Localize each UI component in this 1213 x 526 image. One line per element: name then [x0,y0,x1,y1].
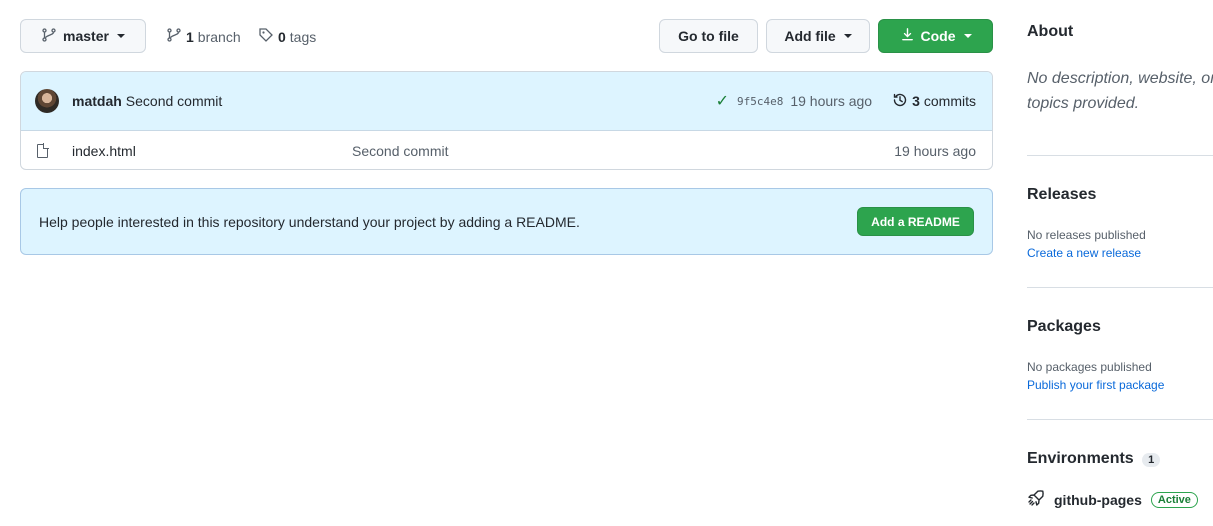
branch-count: 1 [186,28,194,45]
rocket-icon [1027,489,1045,510]
commit-sha[interactable]: 9f5c4e8 [737,95,783,108]
branches-link[interactable]: 1 branch [166,27,241,46]
code-button[interactable]: Code [878,19,993,53]
download-icon [900,27,915,45]
tag-word: tags [289,28,317,45]
sidebar-divider [1027,155,1213,156]
commit-time: 19 hours ago [790,93,873,109]
environment-item[interactable]: github-pages Active [1027,489,1198,510]
file-name[interactable]: index.html [72,143,352,159]
packages-title[interactable]: Packages [1027,318,1101,336]
file-commit-time: 19 hours ago [894,142,976,159]
chevron-down-icon [116,34,125,38]
check-icon: ✓ [715,93,729,110]
commits-link[interactable]: 3 commits [892,92,976,111]
branch-icon [166,27,182,46]
file-icon [37,142,49,158]
readme-prompt-text: Help people interested in this repositor… [39,213,580,230]
add-file-label: Add file [784,28,836,44]
publish-package-link[interactable]: Publish your first package [1027,378,1164,392]
environment-name[interactable]: github-pages [1054,492,1142,508]
create-release-link[interactable]: Create a new release [1027,246,1141,260]
environments-label: Environments [1027,450,1134,467]
file-list: matdah Second commit ✓ 9f5c4e8 19 hours … [20,71,993,170]
commit-author[interactable]: matdah [72,93,122,109]
avatar[interactable] [35,89,59,113]
releases-empty-text: No releases published [1027,228,1146,242]
branch-label: master [63,28,109,44]
branch-icon [41,27,57,46]
file-commit-message[interactable]: Second commit [352,143,448,159]
about-title: About [1027,23,1074,40]
latest-commit-row: matdah Second commit ✓ 9f5c4e8 19 hours … [21,72,992,131]
add-readme-button[interactable]: Add a README [857,207,974,236]
chevron-down-icon [963,34,972,38]
go-to-file-button[interactable]: Go to file [659,19,758,53]
repo-toolbar: master 1 branch 0 tags Go to file Add fi… [20,18,993,54]
sidebar-divider [1027,419,1213,420]
packages-empty-text: No packages published [1027,360,1152,374]
about-description: No description, website, or topics provi… [1027,70,1213,112]
chevron-down-icon [843,34,852,38]
repo-sidebar: About No description, website, or topics… [1027,0,1213,526]
commit-message[interactable]: Second commit [126,93,222,109]
commits-word: commits [923,93,976,109]
readme-prompt: Help people interested in this repositor… [20,188,993,255]
commit-meta: ✓ 9f5c4e8 19 hours ago 3 commits [716,91,976,111]
branch-word: branch [197,28,241,45]
releases-title[interactable]: Releases [1027,186,1096,204]
environment-status-badge: Active [1150,491,1198,508]
tags-link[interactable]: 0 tags [258,27,316,46]
sidebar-divider [1027,287,1213,288]
branch-select-button[interactable]: master [20,19,146,53]
environments-title[interactable]: Environments 1 [1027,450,1161,468]
tag-icon [258,27,274,46]
add-file-button[interactable]: Add file [766,19,870,53]
code-label: Code [920,28,956,44]
environments-count-badge: 1 [1142,453,1161,467]
commits-count: 3 [912,93,920,109]
file-row[interactable]: index.html Second commit 19 hours ago [21,131,992,169]
tag-count: 0 [278,28,286,45]
history-icon [892,92,908,111]
